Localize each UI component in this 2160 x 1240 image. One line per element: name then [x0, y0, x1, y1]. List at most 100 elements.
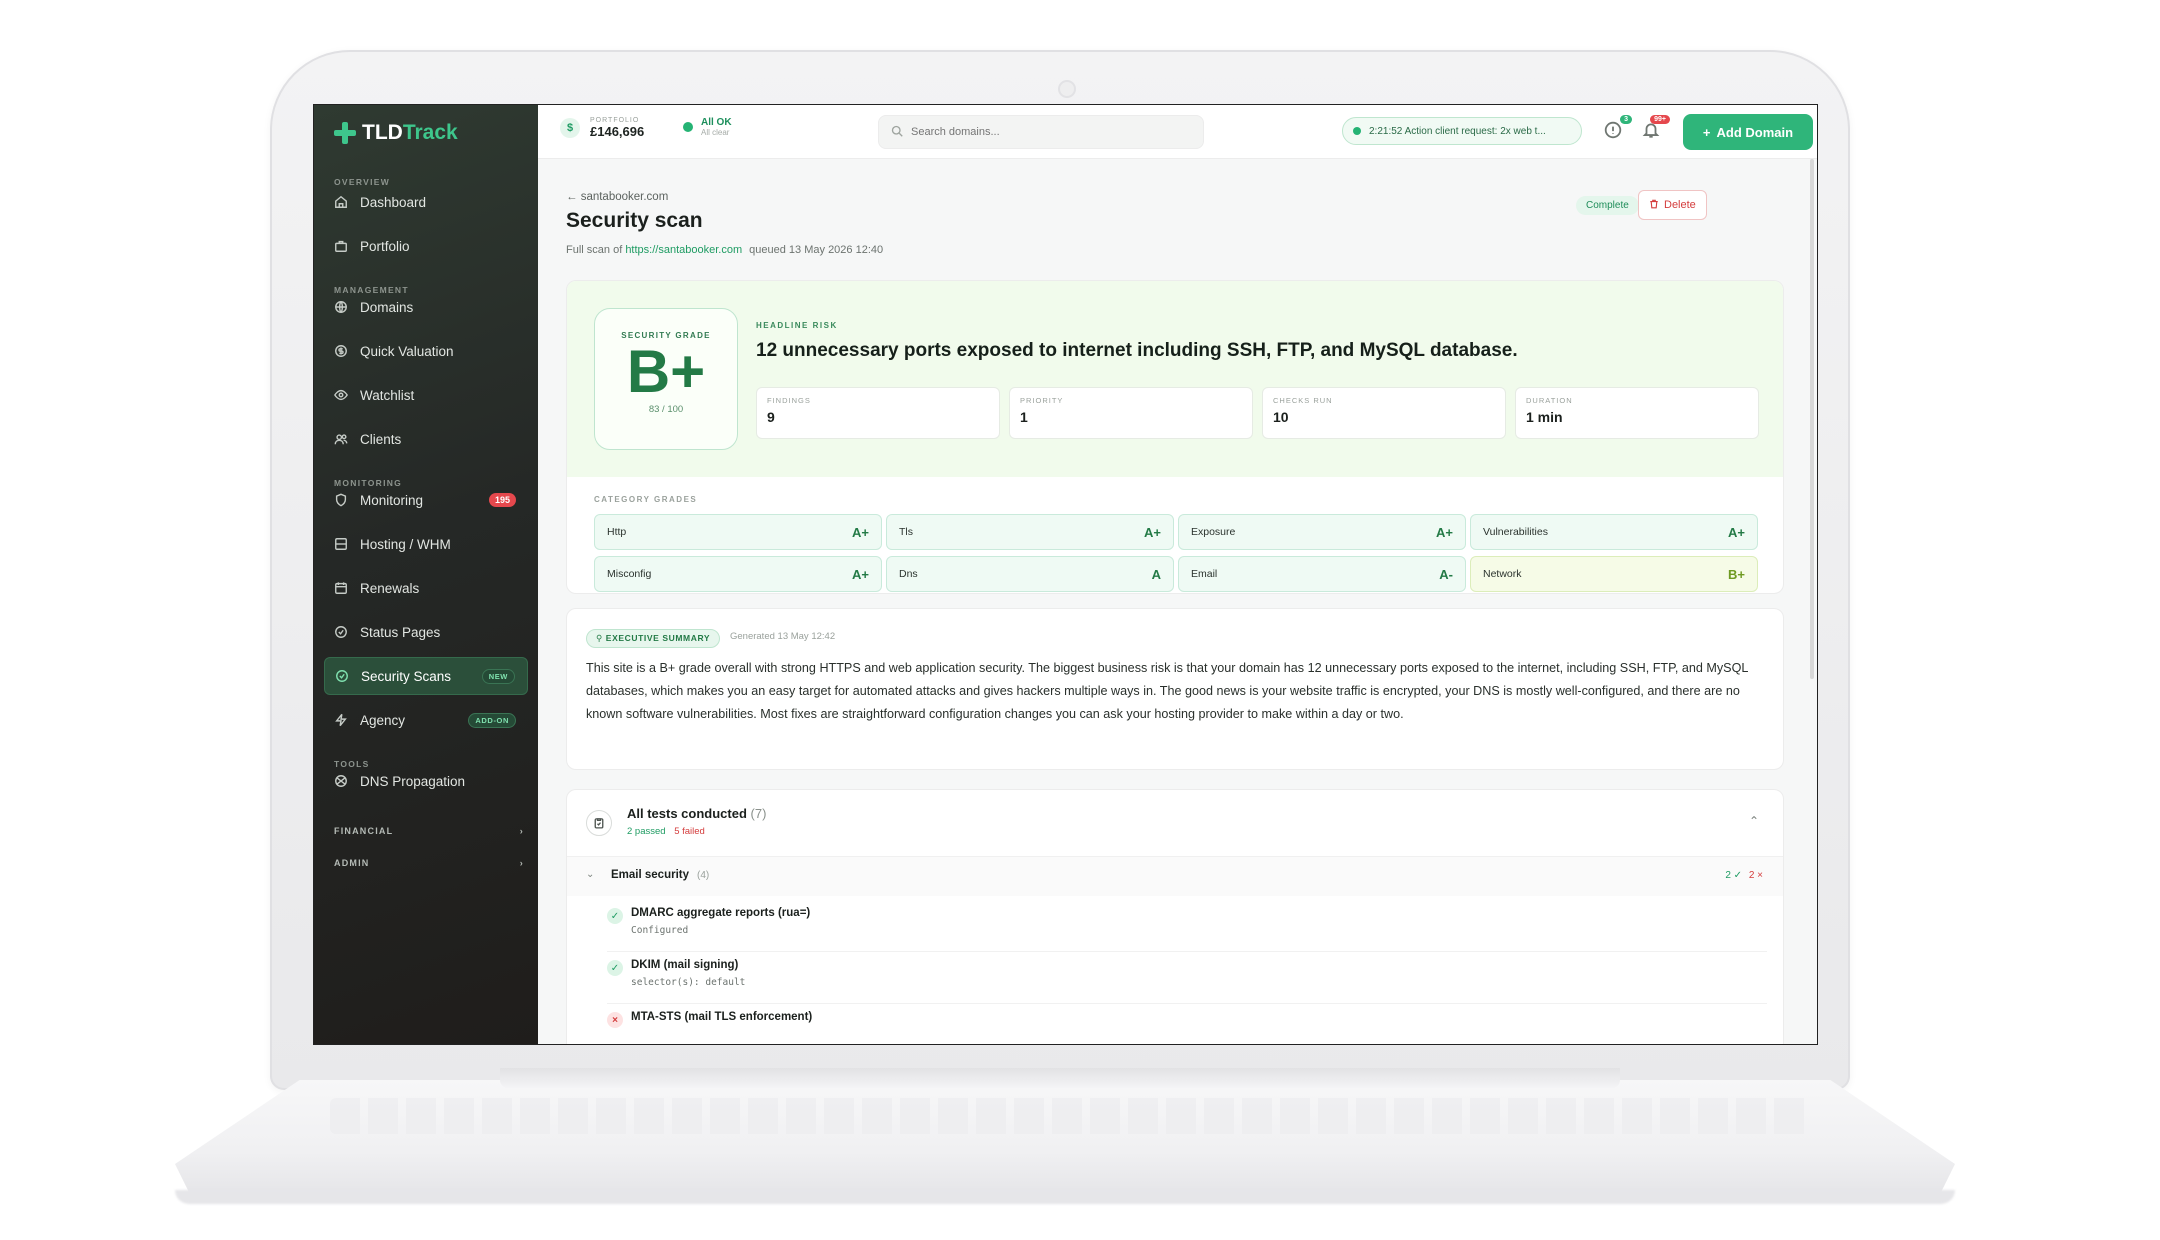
network-icon	[334, 774, 348, 788]
trash-icon	[1649, 199, 1659, 212]
sidebar-item-monitoring[interactable]: Monitoring 195	[324, 481, 528, 519]
stat-findings: FINDINGS 9	[756, 387, 1000, 439]
stat-value: 1	[1020, 409, 1028, 425]
category-name: Network	[1483, 568, 1522, 580]
headline-risk-text: 12 unnecessary ports exposed to internet…	[756, 340, 1518, 361]
calendar-icon	[334, 581, 348, 595]
test-row[interactable]: ✓ DMARC aggregate reports (rua=) Configu…	[607, 900, 1767, 952]
sidebar-item-label: Monitoring	[360, 492, 424, 508]
status-badge: Complete	[1576, 196, 1639, 215]
category-name: Exposure	[1191, 526, 1236, 538]
category-grade-dns[interactable]: Dns A	[886, 556, 1174, 592]
help-icon	[1604, 121, 1622, 143]
stat-priority: PRIORITY 1	[1009, 387, 1253, 439]
shield-check-icon	[335, 669, 349, 683]
failed-count: 5 failed	[674, 826, 705, 837]
stat-label: CHECKS RUN	[1273, 396, 1333, 405]
security-score: 83 / 100	[648, 404, 684, 415]
category-grade: A+	[852, 566, 869, 582]
app-logo[interactable]: TLDTrack	[334, 119, 458, 147]
notifications-badge: 99+	[1650, 115, 1670, 124]
category-name: Tls	[899, 526, 913, 538]
category-grade-http[interactable]: Http A+	[594, 514, 882, 550]
category-grade-exposure[interactable]: Exposure A+	[1178, 514, 1466, 550]
search-input[interactable]	[911, 126, 1171, 138]
test-group-email-security[interactable]: ⌄ Email security (4) 2 ✓ 2 ×	[567, 856, 1783, 896]
stat-value: 10	[1273, 409, 1289, 425]
sidebar-item-dns-propagation[interactable]: DNS Propagation	[324, 762, 528, 800]
stat-checks-run: CHECKS RUN 10	[1262, 387, 1506, 439]
test-group-name: Email security (4)	[611, 869, 709, 881]
sidebar-item-renewals[interactable]: Renewals	[324, 569, 528, 607]
test-row[interactable]: ✓ DKIM (mail signing) selector(s): defau…	[607, 952, 1767, 1004]
portfolio-value: £146,696	[590, 124, 645, 139]
passed-count: 2 passed	[627, 826, 666, 837]
add-domain-button[interactable]: + Add Domain	[1683, 114, 1813, 150]
sidebar-group-financial[interactable]: FINANCIAL ›	[334, 826, 524, 836]
sidebar-item-label: Renewals	[360, 580, 420, 596]
security-grade-box: SECURITY GRADE B+ 83 / 100	[594, 308, 738, 450]
sidebar-item-status-pages[interactable]: Status Pages	[324, 613, 528, 651]
laptop-base-edge	[175, 1190, 1955, 1204]
portfolio-summary[interactable]: $ PORTFOLIO £146,696	[560, 117, 644, 139]
sidebar-group-admin[interactable]: ADMIN ›	[334, 858, 524, 868]
category-grade-email[interactable]: Email A-	[1178, 556, 1466, 592]
status-subtitle: All clear	[701, 128, 730, 137]
dollar-icon	[334, 344, 348, 358]
status-summary[interactable]: All OK All clear	[683, 117, 732, 137]
security-grade-card: SECURITY GRADE B+ 83 / 100 HEADLINE RISK…	[566, 280, 1784, 594]
scan-url-link[interactable]: https://santabooker.com	[625, 244, 742, 256]
stat-value: 1 min	[1526, 409, 1563, 425]
topbar: $ PORTFOLIO £146,696 All OK All clear Se…	[538, 105, 1817, 159]
category-grade-misconfig[interactable]: Misconfig A+	[594, 556, 882, 592]
delete-button[interactable]: Delete	[1638, 190, 1707, 220]
sidebar-item-quick-valuation[interactable]: Quick Valuation	[324, 332, 528, 370]
test-detail: Configured	[631, 925, 689, 936]
sidebar-item-label: Hosting / WHM	[360, 536, 451, 552]
sidebar-item-dashboard[interactable]: Dashboard	[324, 183, 528, 221]
test-group-label: Email security	[611, 869, 689, 881]
notifications-button[interactable]: 99+	[1642, 115, 1670, 143]
sidebar-item-security-scans[interactable]: Security Scans NEW	[324, 657, 528, 695]
category-grade-network[interactable]: Network B+	[1470, 556, 1758, 592]
logo-track: Track	[402, 121, 458, 144]
summary-generated-time: Generated 13 May 12:42	[730, 631, 836, 642]
close-icon: ×	[607, 1012, 623, 1028]
tests-title[interactable]: All tests conducted (7)	[627, 806, 766, 821]
stat-value: 9	[767, 409, 775, 425]
category-name: Http	[607, 526, 627, 538]
briefcase-icon	[334, 239, 348, 253]
app-screen: TLDTrack OVERVIEW Dashboard Portfolio MA…	[313, 104, 1818, 1045]
test-row[interactable]: × MTA-STS (mail TLS enforcement)	[607, 1004, 1767, 1044]
category-grade-tls[interactable]: Tls A+	[886, 514, 1174, 550]
chevron-up-icon[interactable]: ⌃	[1749, 814, 1759, 828]
search-box[interactable]	[878, 115, 1204, 149]
category-grade: A+	[1728, 524, 1745, 540]
stat-label: PRIORITY	[1020, 396, 1064, 405]
active-job-pill[interactable]: 2:21:52 Action client request: 2x web t.…	[1342, 117, 1582, 145]
sidebar-item-agency[interactable]: Agency ADD-ON	[324, 701, 528, 739]
sidebar-item-hosting-whm[interactable]: Hosting / WHM	[324, 525, 528, 563]
bolt-icon	[334, 713, 348, 727]
bell-icon	[1642, 123, 1660, 143]
category-grade-vulnerabilities[interactable]: Vulnerabilities A+	[1470, 514, 1758, 550]
help-button[interactable]: 3	[1604, 115, 1632, 143]
sidebar-item-watchlist[interactable]: Watchlist	[324, 376, 528, 414]
sidebar-item-domains[interactable]: Domains	[324, 288, 528, 326]
camera-icon	[1058, 80, 1076, 98]
subtitle-prefix: Full scan of	[566, 244, 623, 256]
sidebar-item-clients[interactable]: Clients	[324, 420, 528, 458]
sidebar-item-portfolio[interactable]: Portfolio	[324, 227, 528, 265]
clipboard-icon	[586, 810, 612, 836]
security-grade-value: B+	[626, 338, 706, 405]
executive-summary-label: EXECUTIVE SUMMARY	[605, 633, 711, 643]
scrollbar[interactable]	[1810, 159, 1814, 679]
breadcrumb-back-link[interactable]: ← santabooker.com	[566, 191, 668, 203]
laptop-hinge	[500, 1068, 1620, 1088]
category-grades-label: CATEGORY GRADES	[594, 495, 698, 504]
sidebar-item-label: Dashboard	[360, 194, 427, 210]
subtitle-queued: queued 13 May 2026 12:40	[749, 244, 884, 256]
category-grade: A+	[1144, 524, 1161, 540]
category-name: Email	[1191, 568, 1218, 580]
group-passed: 2 ✓	[1725, 870, 1743, 881]
